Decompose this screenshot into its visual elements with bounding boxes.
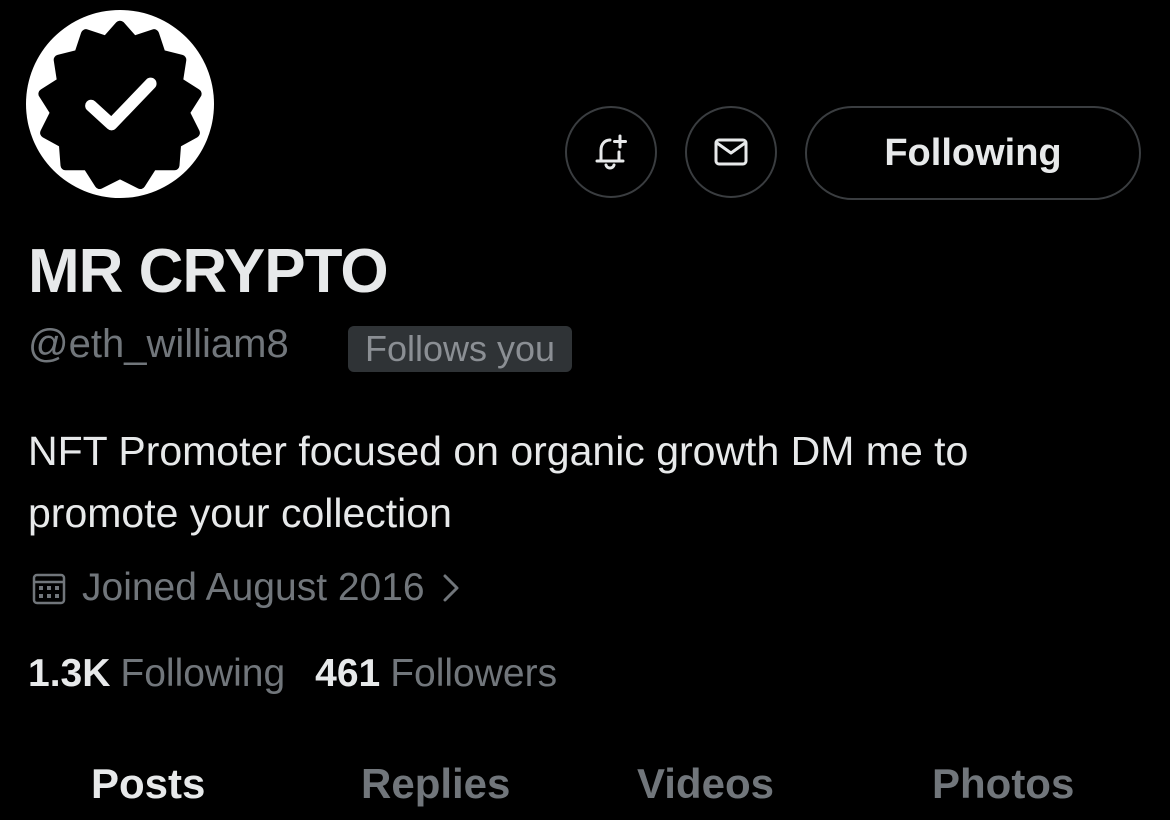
notifications-button[interactable] bbox=[565, 106, 657, 198]
following-button[interactable]: Following bbox=[805, 106, 1141, 200]
tab-photos[interactable]: Photos bbox=[932, 760, 1074, 808]
envelope-icon bbox=[714, 138, 748, 166]
bell-plus-icon bbox=[595, 134, 627, 170]
calendar-icon bbox=[32, 573, 66, 605]
follow-stats: 1.3K Following 461 Followers bbox=[28, 652, 587, 696]
bio: NFT Promoter focused on organic growth D… bbox=[28, 428, 969, 536]
joined-date: Joined August 2016 bbox=[82, 566, 425, 609]
display-name: MR CRYPTO bbox=[28, 237, 389, 306]
following-stat[interactable]: 1.3K Following bbox=[28, 652, 285, 696]
message-button[interactable] bbox=[685, 106, 777, 198]
tab-videos[interactable]: Videos bbox=[637, 760, 774, 808]
tab-replies[interactable]: Replies bbox=[361, 760, 510, 808]
verified-badge-icon bbox=[38, 20, 202, 189]
chevron-right-icon bbox=[443, 574, 459, 602]
avatar[interactable] bbox=[26, 10, 214, 198]
followers-count: 461 bbox=[315, 652, 381, 695]
follows-you-badge: Follows you bbox=[348, 326, 573, 372]
joined-date-row[interactable]: Joined August 2016 bbox=[30, 566, 465, 610]
followers-stat[interactable]: 461 Followers bbox=[315, 652, 557, 696]
followers-label: Followers bbox=[390, 652, 558, 695]
tab-posts[interactable]: Posts bbox=[91, 760, 205, 808]
following-label: Following bbox=[120, 652, 286, 695]
profile-tabs: Posts Replies Videos Photos bbox=[0, 760, 1170, 820]
handle: @eth_william8 bbox=[28, 322, 289, 366]
following-count: 1.3K bbox=[28, 652, 111, 695]
